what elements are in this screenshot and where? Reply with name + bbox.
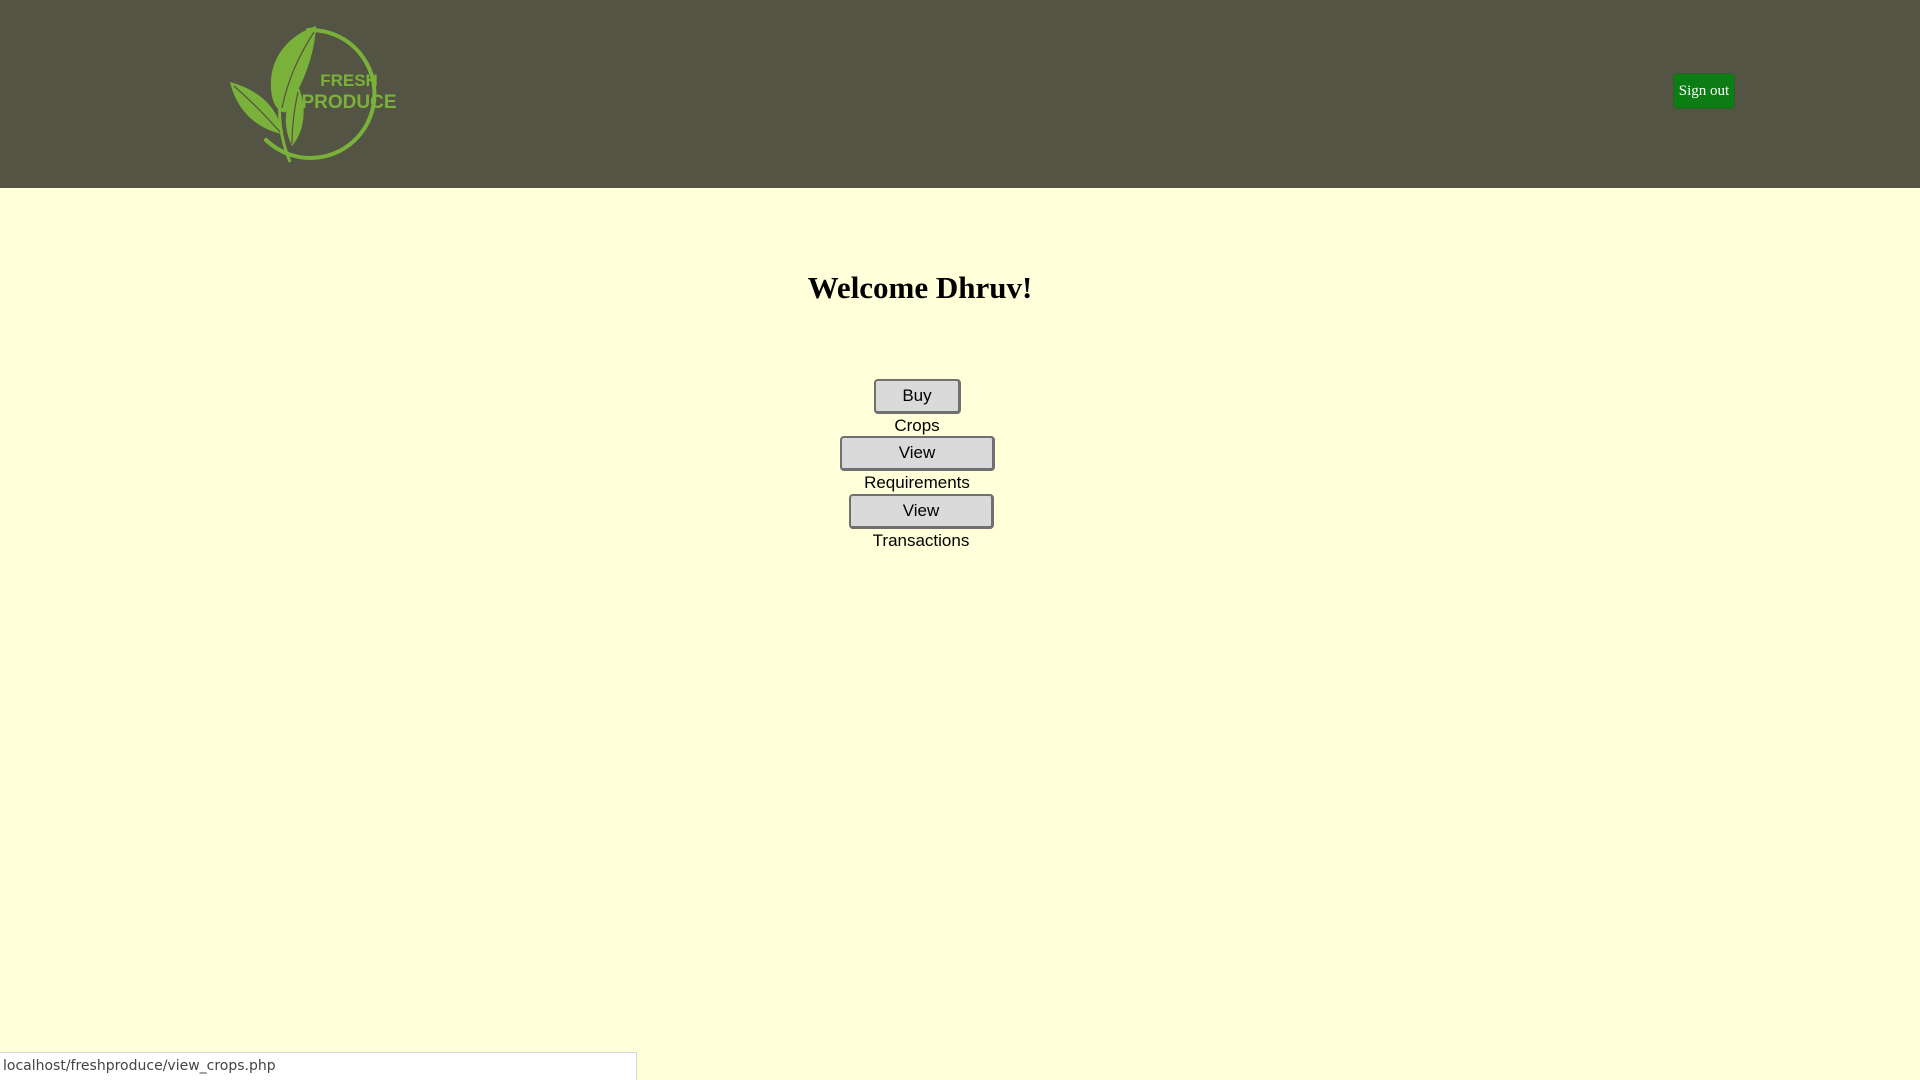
fresh-produce-logo[interactable]: FRESH PRODUCE	[226, 22, 406, 168]
welcome-heading: Welcome Dhruv!	[807, 270, 1033, 305]
sign-out-button[interactable]: Sign out	[1673, 73, 1735, 109]
logo-line-produce: PRODUCE	[301, 92, 397, 113]
buy-crops-button[interactable]: Buy Crops	[874, 379, 961, 435]
site-header: FRESH PRODUCE Sign out	[0, 0, 1920, 188]
view-requirements-button[interactable]: View Requirements	[840, 436, 995, 492]
logo-text: FRESH PRODUCE	[294, 70, 404, 114]
logo-line-fresh: FRESH	[320, 71, 378, 90]
browser-status-bar-url: localhost/freshproduce/view_crops.php	[0, 1052, 637, 1080]
view-transactions-button[interactable]: View Transactions	[849, 494, 994, 550]
